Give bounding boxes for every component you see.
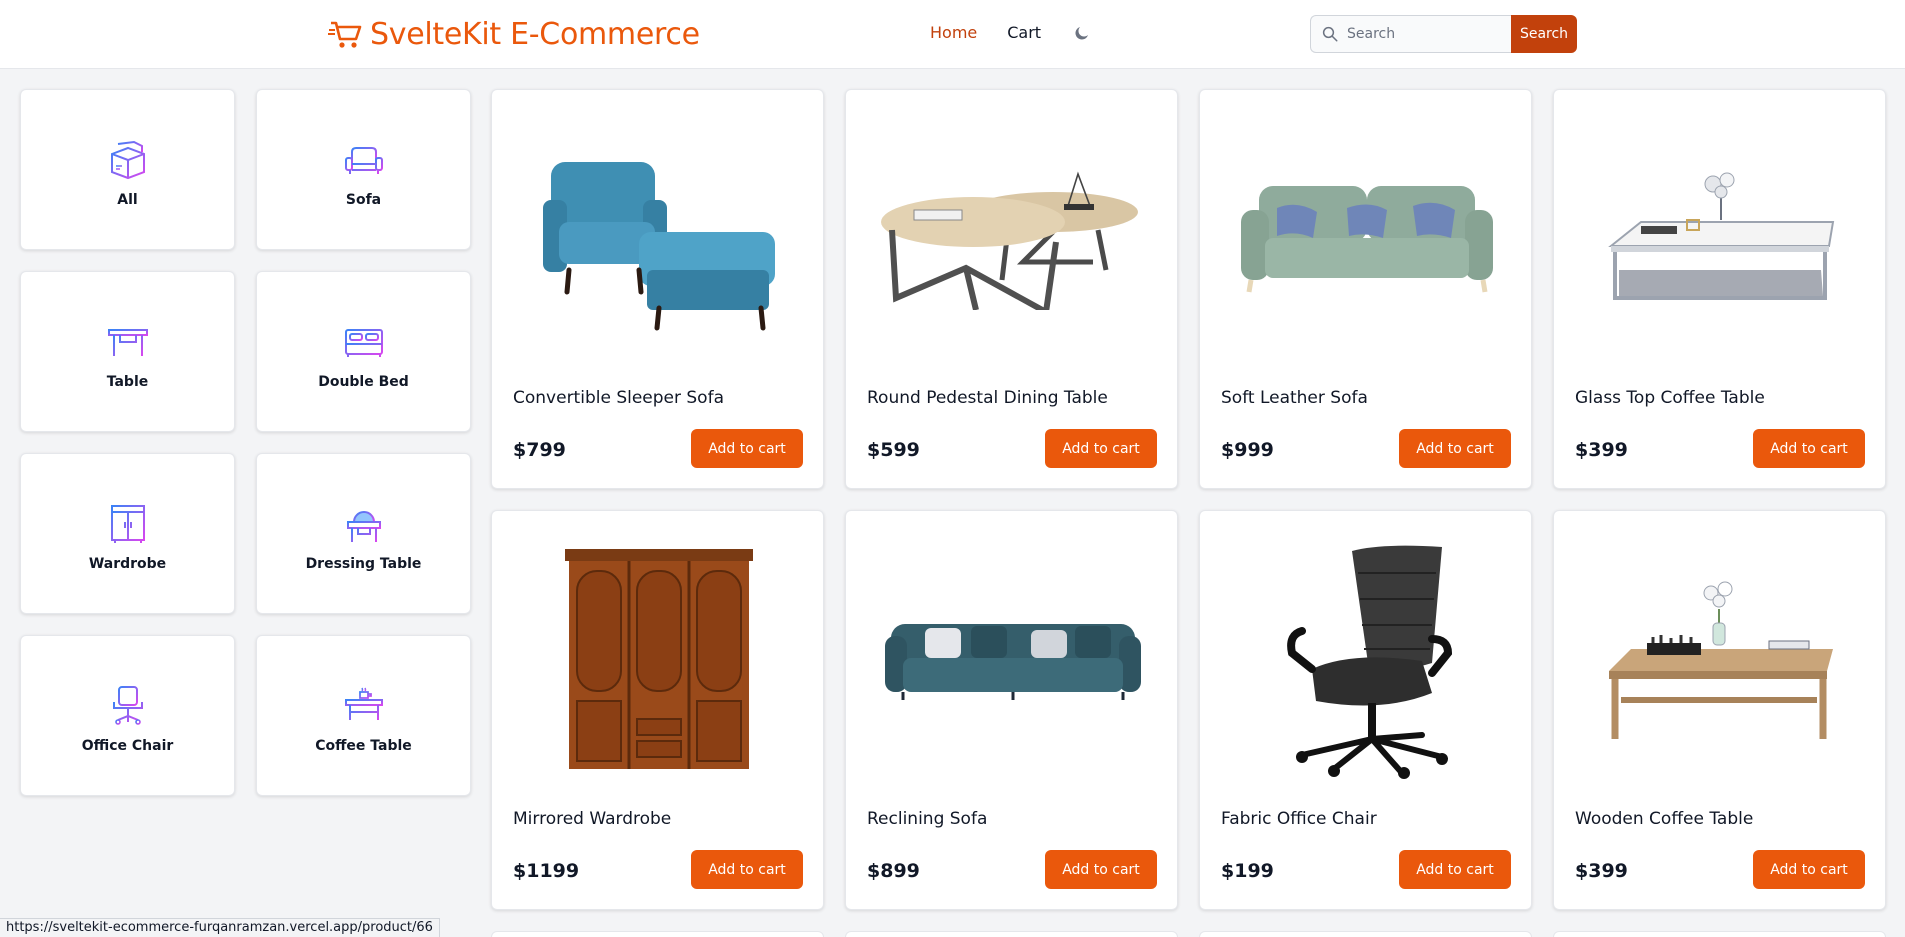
office-chair-image	[1286, 545, 1452, 779]
add-to-cart-button[interactable]: Add to cart	[1045, 429, 1157, 468]
product-image	[1574, 531, 1867, 791]
product-card[interactable]	[1553, 931, 1886, 937]
dark-mode-toggle[interactable]	[1071, 22, 1093, 44]
product-image	[1220, 110, 1513, 370]
wooden-coffee-table-image	[1608, 581, 1833, 739]
product-image	[1574, 110, 1867, 370]
nav-cart-link[interactable]: Cart	[1007, 22, 1041, 44]
wooden-wardrobe-image	[564, 549, 753, 769]
teal-sofa-image	[884, 624, 1141, 700]
product-image	[512, 531, 805, 791]
site-header: SvelteKit E-Commerce Home Cart Search	[0, 0, 1905, 69]
add-to-cart-button[interactable]: Add to cart	[691, 429, 803, 468]
add-to-cart-button[interactable]: Add to cart	[1753, 429, 1865, 468]
product-image	[1220, 531, 1513, 791]
main-nav: Home Cart	[930, 22, 1093, 44]
product-name: Glass Top Coffee Table	[1575, 388, 1765, 408]
product-name: Reclining Sofa	[867, 809, 988, 829]
add-to-cart-button[interactable]: Add to cart	[1399, 429, 1511, 468]
product-price: $399	[1575, 439, 1628, 461]
category-card-table[interactable]: Table	[20, 271, 235, 432]
product-grid: Convertible Sleeper Sofa $799 Add to car…	[491, 89, 1886, 910]
category-label: Wardrobe	[88, 555, 167, 572]
product-name: Fabric Office Chair	[1221, 809, 1377, 829]
product-card[interactable]: Fabric Office Chair $199 Add to cart	[1199, 510, 1532, 910]
product-name: Round Pedestal Dining Table	[867, 388, 1108, 408]
category-label: Table	[106, 373, 149, 390]
product-card[interactable]: Convertible Sleeper Sofa $799 Add to car…	[491, 89, 824, 489]
product-card[interactable]	[491, 931, 824, 937]
category-card-coffee-table[interactable]: Coffee Table	[256, 635, 471, 796]
category-label: Dressing Table	[305, 555, 422, 572]
product-name: Wooden Coffee Table	[1575, 809, 1754, 829]
add-to-cart-button[interactable]: Add to cart	[1045, 850, 1157, 889]
moon-icon	[1075, 27, 1089, 40]
glass-coffee-table-image	[1607, 172, 1834, 300]
nav-home-link[interactable]: Home	[930, 22, 977, 44]
product-card[interactable]	[845, 931, 1178, 937]
armchair-ottoman-image	[542, 162, 775, 331]
category-card-office-chair[interactable]: Office Chair	[20, 635, 235, 796]
search-field	[1310, 15, 1511, 53]
wardrobe-icon	[110, 504, 145, 543]
product-price: $999	[1221, 439, 1274, 461]
product-card[interactable]: Reclining Sofa $899 Add to cart	[845, 510, 1178, 910]
product-price: $599	[867, 439, 920, 461]
category-card-wardrobe[interactable]: Wardrobe	[20, 453, 235, 614]
boxes-icon	[110, 140, 145, 179]
category-label: All	[117, 191, 138, 208]
brand-name: SvelteKit E-Commerce	[370, 16, 700, 52]
category-card-all[interactable]: All	[20, 89, 235, 250]
category-card-double-bed[interactable]: Double Bed	[256, 271, 471, 432]
product-price: $1199	[513, 860, 580, 882]
product-image	[512, 110, 805, 370]
product-card[interactable]	[1199, 931, 1532, 937]
product-price: $199	[1221, 860, 1274, 882]
product-name: Mirrored Wardrobe	[513, 809, 672, 829]
link-status-bar: https://sveltekit-ecommerce-furqanramzan…	[0, 918, 440, 937]
product-image	[866, 531, 1159, 791]
category-grid: All Sofa Table Double Bed Wardrobe Dress…	[20, 89, 471, 796]
product-card[interactable]: Wooden Coffee Table $399 Add to cart	[1553, 510, 1886, 910]
bed-icon	[344, 328, 383, 357]
add-to-cart-button[interactable]: Add to cart	[691, 850, 803, 889]
coffee-table-icon	[344, 687, 383, 720]
sofa-icon	[344, 146, 383, 174]
table-icon	[107, 328, 148, 356]
round-tables-image	[880, 171, 1138, 310]
product-price: $899	[867, 860, 920, 882]
product-card[interactable]: Glass Top Coffee Table $399 Add to cart	[1553, 89, 1886, 489]
brand-logo[interactable]: SvelteKit E-Commerce	[328, 14, 700, 54]
dressing-table-icon	[346, 510, 381, 542]
add-to-cart-button[interactable]: Add to cart	[1753, 850, 1865, 889]
product-image	[866, 110, 1159, 370]
category-card-dressing-table[interactable]: Dressing Table	[256, 453, 471, 614]
category-card-sofa[interactable]: Sofa	[256, 89, 471, 250]
search-icon	[1322, 26, 1338, 42]
add-to-cart-button[interactable]: Add to cart	[1399, 850, 1511, 889]
category-label: Double Bed	[318, 373, 409, 390]
search-form: Search	[1310, 15, 1577, 53]
search-input[interactable]	[1347, 26, 1507, 42]
product-price: $799	[513, 439, 566, 461]
product-card[interactable]: Mirrored Wardrobe $1199 Add to cart	[491, 510, 824, 910]
product-name: Soft Leather Sofa	[1221, 388, 1368, 408]
search-button[interactable]: Search	[1511, 15, 1577, 53]
product-card[interactable]: Round Pedestal Dining Table $599 Add to …	[845, 89, 1178, 489]
product-card[interactable]: Soft Leather Sofa $999 Add to cart	[1199, 89, 1532, 489]
category-label: Coffee Table	[315, 737, 412, 754]
green-sofa-image	[1240, 186, 1493, 293]
product-price: $399	[1575, 860, 1628, 882]
category-label: Office Chair	[81, 737, 174, 754]
office-chair-icon	[112, 685, 143, 725]
product-name: Convertible Sleeper Sofa	[513, 388, 724, 408]
category-label: Sofa	[345, 191, 382, 208]
shopping-cart-icon	[328, 21, 362, 48]
